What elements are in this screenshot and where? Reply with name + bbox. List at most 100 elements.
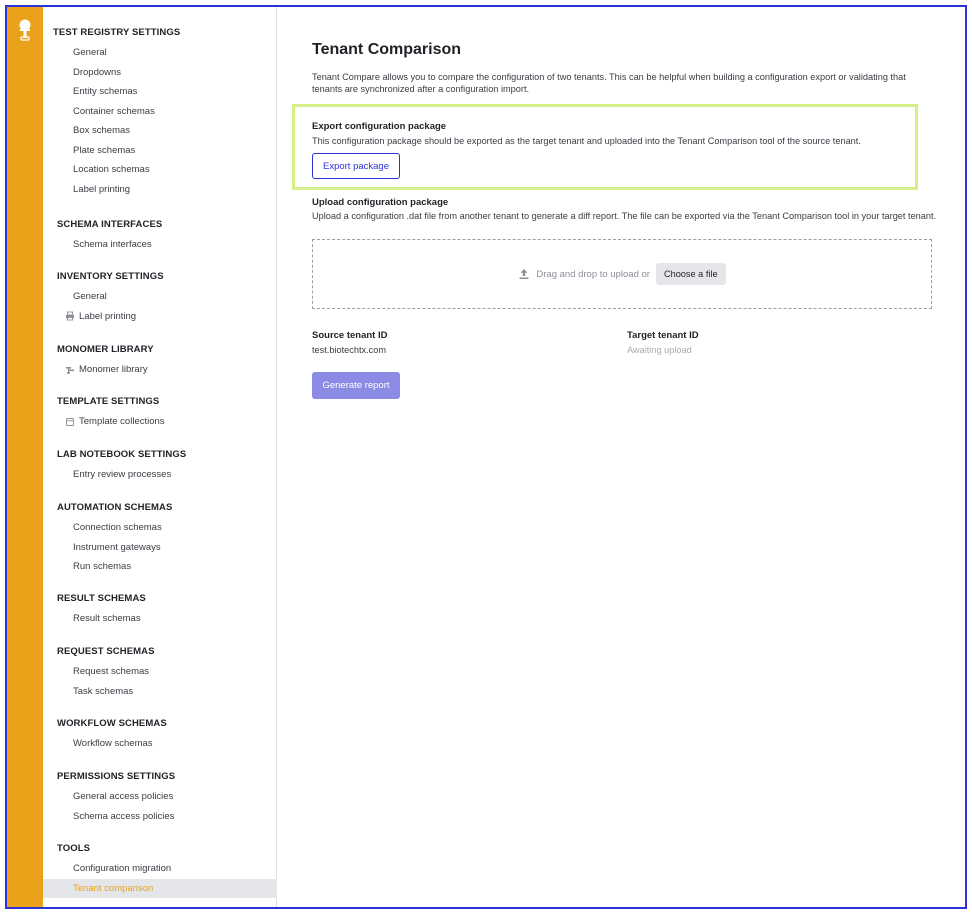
- monomer-icon: [65, 365, 75, 375]
- sidebar-section-header: REQUEST SCHEMAS: [57, 646, 155, 657]
- sidebar-item-label: Label printing: [73, 183, 131, 195]
- sidebar-item[interactable]: Label printing: [51, 307, 285, 327]
- choose-file-button[interactable]: Choose a file: [655, 263, 726, 285]
- sidebar-item-label: Connection schemas: [73, 522, 162, 533]
- upload-dropzone[interactable]: Drag and drop to upload or Choose a file: [312, 239, 932, 309]
- sidebar-item[interactable]: Entry review processes: [51, 465, 285, 485]
- sidebar-item[interactable]: General access policies: [51, 787, 285, 807]
- sidebar-section: MONOMER LIBRARY Monomer library: [51, 343, 285, 380]
- sidebar-item-label: Request schemas: [73, 666, 150, 677]
- sidebar-section: REQUEST SCHEMAS Request schemas Task schem…: [51, 645, 285, 701]
- sidebar-item-label: Instrument gateways: [73, 541, 161, 553]
- sidebar-item-label: Plate schemas: [73, 144, 136, 156]
- sidebar-item-label: Workflow schemas: [73, 738, 153, 749]
- dropzone-text: Drag and drop to upload or: [536, 268, 650, 280]
- generate-report-button[interactable]: Generate report: [312, 372, 400, 399]
- sidebar-section: TOOLS Configuration migration Tenant compa…: [43, 842, 285, 898]
- sidebar-item[interactable]: Instrument gateways: [51, 538, 285, 558]
- target-tenant: Target tenant ID Awaiting upload: [627, 330, 699, 355]
- sidebar-item-label: Run schemas: [73, 561, 132, 572]
- template-icon: [65, 417, 75, 427]
- sidebar-section-header: WORKFLOW SCHEMAS: [57, 718, 167, 729]
- intro-text: Tenant Compare allows you to compare the…: [312, 72, 906, 94]
- sidebar-section: WORKFLOW SCHEMAS Workflow schemas: [51, 717, 285, 754]
- app-logo-icon[interactable]: [17, 19, 33, 43]
- sidebar-section-header: INVENTORY SETTINGS: [57, 271, 164, 282]
- sidebar-section-header: AUTOMATION SCHEMAS: [57, 502, 173, 513]
- sidebar-section-header: TEST REGISTRY SETTINGS: [53, 27, 181, 38]
- sidebar-item-label: Schema access policies: [73, 810, 175, 822]
- upload-title: Upload configuration package: [312, 197, 449, 208]
- sidebar-item[interactable]: Task schemas: [51, 682, 285, 702]
- sidebar-section-header: RESULT SCHEMAS: [57, 593, 146, 604]
- sidebar-section: AUTOMATION SCHEMAS Connection schemas Inst…: [51, 501, 285, 577]
- app-rail: [7, 7, 43, 907]
- sidebar-item[interactable]: Location schemas: [51, 160, 285, 180]
- sidebar-section-header: TOOLS: [57, 843, 91, 854]
- sidebar-item[interactable]: Plate schemas: [51, 141, 285, 161]
- sidebar-section: PERMISSIONS SETTINGS General access polic…: [51, 770, 285, 826]
- sidebar-section: TEMPLATE SETTINGS Template collections: [51, 395, 285, 432]
- sidebar-section-header: PERMISSIONS SETTINGS: [57, 771, 176, 782]
- sidebar-item[interactable]: Schema access policies: [51, 807, 285, 827]
- source-tenant-value: test.biotechtx.com: [312, 345, 387, 355]
- sidebar-item-label: Task schemas: [73, 685, 134, 697]
- sidebar-section: TEST REGISTRY SETTINGS General Dropdowns En…: [51, 26, 285, 199]
- sidebar-item-label: Template collections: [79, 416, 165, 427]
- sidebar-item[interactable]: Container schemas: [51, 102, 285, 122]
- sidebar-item-label: Result schemas: [73, 613, 141, 624]
- main-content: Tenant Comparison Tenant Compare allows …: [277, 7, 965, 907]
- sidebar-item-label: Tenant comparison: [73, 882, 154, 894]
- settings-sidebar: TEST REGISTRY SETTINGS General Dropdowns En…: [43, 7, 277, 907]
- sidebar-item[interactable]: Label printing: [51, 180, 285, 200]
- sidebar-item[interactable]: Monomer library: [51, 360, 285, 380]
- sidebar-item-label: General: [73, 291, 107, 302]
- sidebar-section: LAB NOTEBOOK SETTINGS Entry review proces…: [51, 448, 285, 485]
- sidebar-item[interactable]: Entity schemas: [51, 82, 285, 102]
- export-title: Export configuration package: [312, 121, 447, 132]
- sidebar-item[interactable]: Result schemas: [51, 609, 285, 629]
- export-package-button[interactable]: Export package: [312, 153, 400, 179]
- source-tenant-label: Source tenant ID: [312, 330, 388, 341]
- sidebar-item-label: Schema interfaces: [73, 239, 152, 250]
- sidebar-item-label: General access policies: [73, 791, 174, 802]
- sidebar-item[interactable]: Box schemas: [51, 121, 285, 141]
- export-description: This configuration package should be exp…: [312, 136, 861, 146]
- sidebar-item[interactable]: General: [51, 287, 285, 307]
- sidebar-section-header: SCHEMA INTERFACES: [57, 219, 163, 230]
- sidebar-item[interactable]: Run schemas: [51, 557, 285, 577]
- sidebar-item[interactable]: Workflow schemas: [51, 734, 285, 754]
- sidebar-item[interactable]: Tenant comparison: [43, 878, 277, 898]
- sidebar-item-label: Monomer library: [79, 364, 148, 375]
- printer-icon: [65, 311, 75, 321]
- source-tenant: Source tenant ID test.biotechtx.com: [312, 330, 388, 355]
- sidebar-item-label: General: [73, 47, 107, 58]
- sidebar-item-label: Container schemas: [73, 105, 155, 117]
- sidebar-item[interactable]: Request schemas: [51, 662, 285, 682]
- sidebar-item-label: Entry review processes: [73, 469, 172, 480]
- upload-icon: [519, 269, 529, 279]
- target-tenant-label: Target tenant ID: [627, 330, 699, 341]
- target-tenant-value: Awaiting upload: [627, 345, 692, 355]
- sidebar-section: SCHEMA INTERFACES Schema interfaces: [51, 218, 285, 255]
- sidebar-item-label: Label printing: [79, 310, 137, 322]
- sidebar-item[interactable]: Configuration migration: [51, 859, 285, 879]
- sidebar-item-label: Dropdowns: [73, 66, 122, 78]
- sidebar-section-header: MONOMER LIBRARY: [57, 344, 154, 355]
- sidebar-section: INVENTORY SETTINGS General Label printing: [51, 270, 285, 326]
- sidebar-item[interactable]: Connection schemas: [51, 518, 285, 538]
- sidebar-item[interactable]: Template collections: [51, 412, 285, 432]
- page-title: Tenant Comparison: [312, 41, 462, 58]
- sidebar-item[interactable]: Dropdowns: [51, 63, 285, 83]
- sidebar-item[interactable]: Schema interfaces: [51, 235, 285, 255]
- sidebar-item-label: Configuration migration: [73, 863, 172, 874]
- sidebar-item[interactable]: General: [51, 43, 285, 63]
- upload-description: Upload a configuration .dat file from an…: [312, 211, 937, 221]
- sidebar-section: RESULT SCHEMAS Result schemas: [51, 592, 285, 629]
- sidebar-item-label: Box schemas: [73, 125, 131, 136]
- sidebar-item-label: Location schemas: [73, 164, 150, 175]
- sidebar-section-header: TEMPLATE SETTINGS: [57, 396, 160, 407]
- export-section: Export configuration package This config…: [292, 104, 918, 190]
- sidebar-section-header: LAB NOTEBOOK SETTINGS: [57, 449, 187, 460]
- app-window: TEST REGISTRY SETTINGS General Dropdowns En…: [5, 5, 967, 909]
